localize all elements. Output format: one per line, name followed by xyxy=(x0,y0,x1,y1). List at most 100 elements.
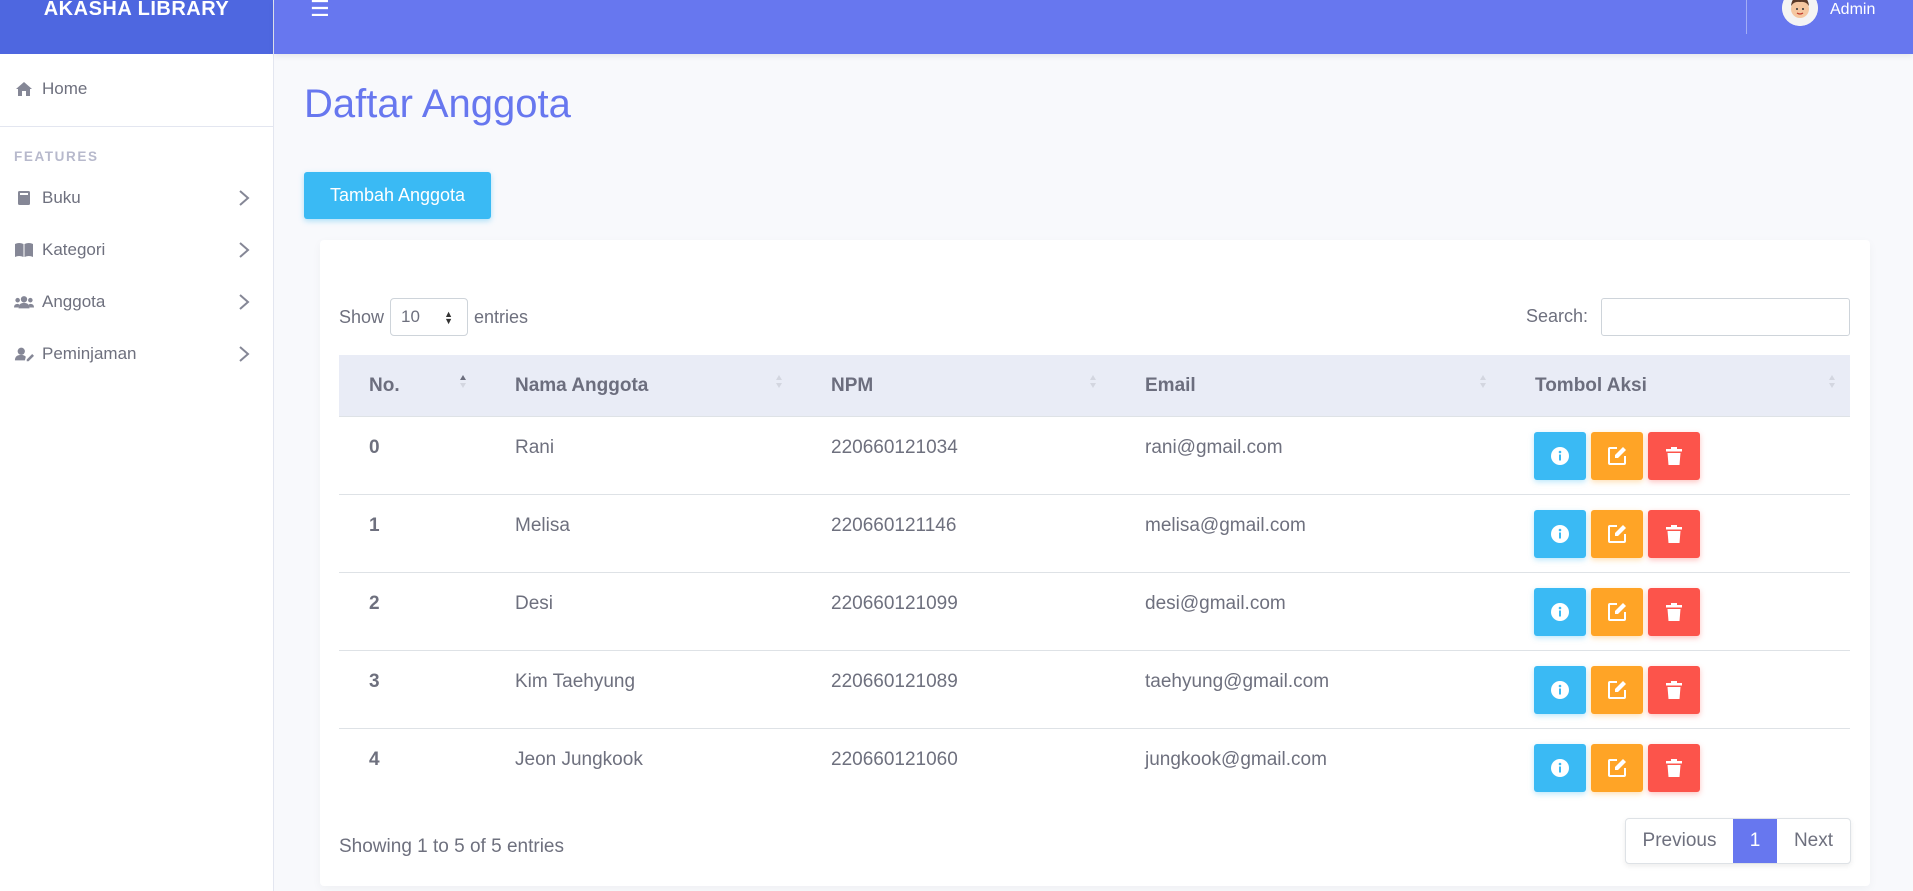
delete-button[interactable] xyxy=(1648,666,1700,714)
cell-email: taehyung@gmail.com xyxy=(1145,671,1330,692)
entries-select[interactable]: 10 ▲ ▼ xyxy=(390,298,469,336)
sort-arrows-icon: ▲ ▼ xyxy=(444,309,454,326)
delete-button[interactable] xyxy=(1648,588,1700,636)
sort-icon xyxy=(1090,375,1096,388)
column-header-nama[interactable]: Nama Anggota xyxy=(515,375,648,397)
cell-nama: Melisa xyxy=(515,515,570,536)
search-label: Search: xyxy=(1526,306,1589,326)
table-row: 2 Desi 220660121099 desi@gmail.com xyxy=(339,573,1850,651)
cell-email: rani@gmail.com xyxy=(1145,437,1283,458)
table-row: 1 Melisa 220660121146 melisa@gmail.com xyxy=(339,495,1850,573)
sidebar-item-label: Kategori xyxy=(42,240,106,259)
cell-no: 4 xyxy=(369,749,380,770)
cell-email: desi@gmail.com xyxy=(1145,593,1286,614)
chevron-right-icon xyxy=(239,294,250,310)
edit-icon xyxy=(1608,681,1626,699)
detail-button[interactable] xyxy=(1534,588,1586,636)
edit-button[interactable] xyxy=(1591,744,1643,792)
delete-button[interactable] xyxy=(1648,510,1700,558)
edit-button[interactable] xyxy=(1591,510,1643,558)
entries-label: entries xyxy=(474,306,529,327)
show-label: Show xyxy=(339,306,385,327)
sort-asc-icon xyxy=(460,375,466,388)
trash-icon xyxy=(1666,603,1682,621)
entries-select-value: 10 xyxy=(401,307,420,326)
cell-nama: Rani xyxy=(515,437,555,458)
page-1-button[interactable]: 1 xyxy=(1733,819,1777,863)
cell-npm: 220660121146 xyxy=(831,515,957,536)
chevron-right-icon xyxy=(239,190,250,206)
topbar-divider xyxy=(1746,0,1747,34)
sidebar: AKASHA LIBRARY Home FEATURES Buku Katego… xyxy=(0,0,274,891)
cell-npm: 220660121034 xyxy=(831,437,958,458)
edit-button[interactable] xyxy=(1591,432,1643,480)
trash-icon xyxy=(1666,447,1682,465)
sidebar-item-kategori[interactable]: Kategori xyxy=(0,224,273,276)
table-row: 4 Jeon Jungkook 220660121060 jungkook@gm… xyxy=(339,729,1850,807)
sort-icon xyxy=(776,375,782,388)
pagination: Previous 1 Next xyxy=(1625,818,1851,864)
brand-logo[interactable]: AKASHA LIBRARY xyxy=(0,0,273,54)
sidebar-item-home[interactable]: Home xyxy=(0,63,273,115)
delete-button[interactable] xyxy=(1648,744,1700,792)
detail-button[interactable] xyxy=(1534,432,1586,480)
info-icon xyxy=(1551,759,1569,777)
open-book-icon xyxy=(14,241,34,259)
chevron-right-icon xyxy=(239,346,250,362)
cell-npm: 220660121099 xyxy=(831,593,958,614)
edit-icon xyxy=(1608,603,1626,621)
delete-button[interactable] xyxy=(1648,432,1700,480)
cell-npm: 220660121060 xyxy=(831,749,958,770)
next-page-button[interactable]: Next xyxy=(1777,819,1850,863)
column-header-aksi[interactable]: Tombol Aksi xyxy=(1535,375,1647,397)
edit-icon xyxy=(1608,759,1626,777)
chevron-right-icon xyxy=(239,242,250,258)
search-input[interactable] xyxy=(1601,298,1850,336)
entries-length-control: Show 10 ▲ ▼ entries xyxy=(339,298,528,336)
user-name[interactable]: Admin xyxy=(1830,1,1875,19)
table-row: 3 Kim Taehyung 220660121089 taehyung@gma… xyxy=(339,651,1850,729)
sidebar-item-label: Buku xyxy=(42,188,81,207)
detail-button[interactable] xyxy=(1534,510,1586,558)
topbar: ☰ Admin xyxy=(274,0,1913,54)
column-header-npm[interactable]: NPM xyxy=(831,375,873,397)
home-icon xyxy=(14,80,34,98)
sidebar-item-label: Anggota xyxy=(42,292,106,311)
column-header-no[interactable]: No. xyxy=(369,375,400,397)
sidebar-item-peminjaman[interactable]: Peminjaman xyxy=(0,328,273,380)
edit-button[interactable] xyxy=(1591,666,1643,714)
menu-toggle-icon[interactable]: ☰ xyxy=(310,0,330,20)
brand-text: AKASHA LIBRARY xyxy=(43,0,230,20)
trash-icon xyxy=(1666,681,1682,699)
book-icon xyxy=(14,189,34,207)
edit-icon xyxy=(1608,525,1626,543)
avatar[interactable] xyxy=(1782,0,1818,26)
cell-no: 1 xyxy=(369,515,380,536)
info-icon xyxy=(1551,603,1569,621)
column-header-email[interactable]: Email xyxy=(1145,375,1196,397)
detail-button[interactable] xyxy=(1534,666,1586,714)
sidebar-item-anggota[interactable]: Anggota xyxy=(0,276,273,328)
sort-icon xyxy=(1829,375,1835,388)
cell-email: melisa@gmail.com xyxy=(1145,515,1306,536)
previous-page-button[interactable]: Previous xyxy=(1626,819,1733,863)
edit-icon xyxy=(1608,447,1626,465)
sidebar-item-buku[interactable]: Buku xyxy=(0,172,273,224)
add-member-button[interactable]: Tambah Anggota xyxy=(304,172,491,219)
table-info: Showing 1 to 5 of 5 entries xyxy=(339,836,564,857)
cell-no: 3 xyxy=(369,671,380,692)
cell-email: jungkook@gmail.com xyxy=(1145,749,1327,770)
info-icon xyxy=(1551,525,1569,543)
table-row: 0 Rani 220660121034 rani@gmail.com xyxy=(339,417,1850,495)
info-icon xyxy=(1551,447,1569,465)
info-icon xyxy=(1551,681,1569,699)
detail-button[interactable] xyxy=(1534,744,1586,792)
cell-nama: Desi xyxy=(515,593,554,614)
user-edit-icon xyxy=(14,345,34,363)
cell-nama: Jeon Jungkook xyxy=(515,749,643,770)
cell-no: 0 xyxy=(369,437,380,458)
sort-icon xyxy=(1480,375,1486,388)
table-header: No. Nama Anggota NPM Email Tombol Aksi xyxy=(339,355,1850,417)
edit-button[interactable] xyxy=(1591,588,1643,636)
trash-icon xyxy=(1666,525,1682,543)
